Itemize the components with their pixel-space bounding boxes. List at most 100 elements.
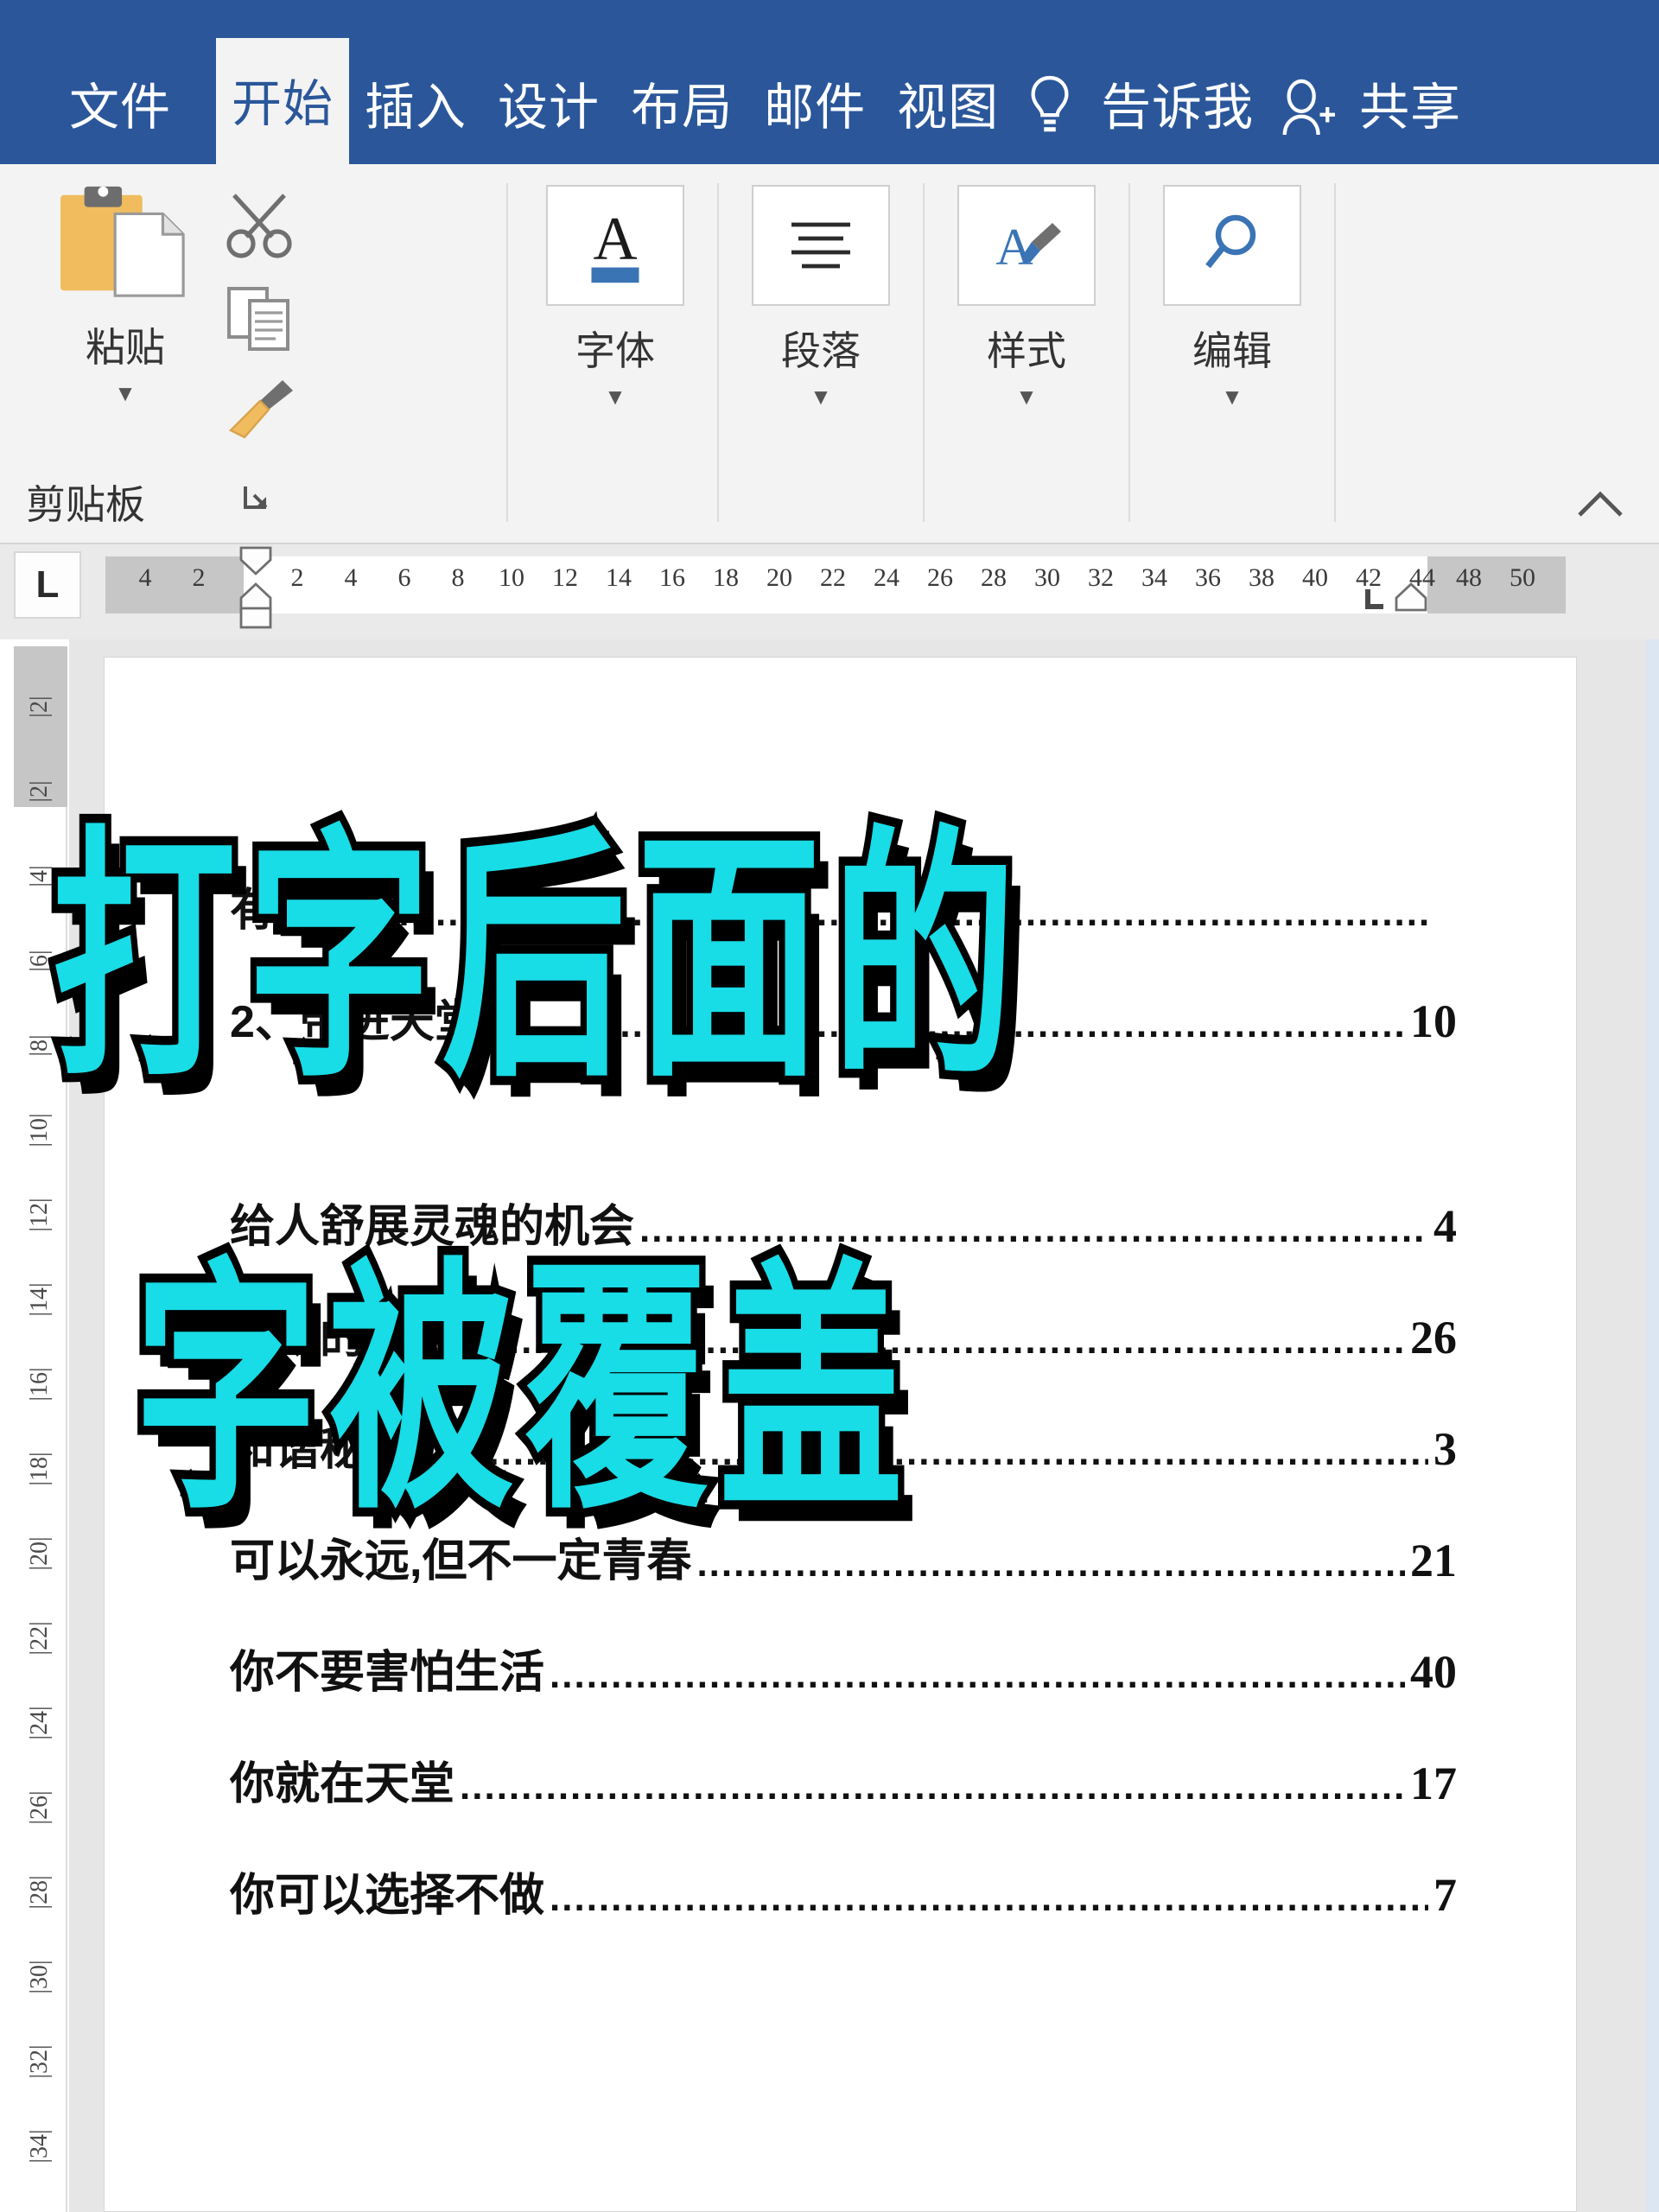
ruler-tick-18: 18 bbox=[713, 563, 739, 592]
ruler-tick-8: 8 bbox=[451, 563, 465, 592]
font-button[interactable]: A 字体 ▼ bbox=[533, 185, 697, 410]
ruler-tick-4: 4 bbox=[344, 563, 358, 592]
editing-button[interactable]: 编辑 ▼ bbox=[1150, 185, 1314, 410]
tab-design[interactable]: 设计 bbox=[482, 83, 615, 164]
toc-leader-dots: ........................................… bbox=[325, 892, 1432, 934]
paste-button[interactable]: 粘贴 ▼ bbox=[35, 180, 216, 407]
copy-button[interactable] bbox=[220, 276, 303, 359]
toc-entry[interactable]: 有趣......................................… bbox=[230, 874, 1457, 938]
styles-caret[interactable]: ▼ bbox=[944, 384, 1109, 410]
ruler-tick-24: 24 bbox=[874, 563, 899, 592]
clipboard-paste-icon bbox=[35, 180, 216, 311]
toc-entry-page: 10 bbox=[1410, 995, 1457, 1047]
vertical-ruler-ticks: |2| |2| |4| |6| |8| |10| |12| |14| |16| |18| |20| |… bbox=[14, 646, 66, 2212]
format-painter-button[interactable] bbox=[220, 370, 303, 453]
vruler-tick-11: |22| bbox=[26, 1621, 53, 1656]
document-canvas: 有趣......................................… bbox=[69, 639, 1649, 2212]
font-caret[interactable]: ▼ bbox=[533, 384, 697, 410]
editing-caret[interactable]: ▼ bbox=[1150, 384, 1314, 410]
lightbulb-icon[interactable] bbox=[1014, 74, 1085, 164]
cut-button[interactable] bbox=[220, 185, 303, 268]
toc-entry[interactable]: 你不要害怕生活.................................… bbox=[230, 1636, 1457, 1700]
svg-text:A: A bbox=[995, 219, 1033, 276]
tell-me-label[interactable]: 告诉我 bbox=[1085, 83, 1269, 164]
ruler-tick-36: 36 bbox=[1195, 563, 1221, 592]
toc-entry-page: 4 bbox=[1433, 1200, 1457, 1252]
ruler-tick-30: 30 bbox=[1034, 563, 1060, 592]
ruler-tick-40: 40 bbox=[1302, 563, 1328, 592]
magnifier-icon bbox=[1163, 185, 1301, 306]
toc-leader-dots: ........................................… bbox=[415, 1431, 1428, 1473]
tab-stop-selector[interactable]: L bbox=[14, 551, 81, 619]
toc-entry-title: 你就在天堂 bbox=[230, 1759, 455, 1809]
ribbon-group-paragraph: 段落 ▼ bbox=[717, 164, 925, 543]
toc-entry[interactable]: 你就在天堂...................................… bbox=[230, 1747, 1457, 1812]
toc-entry-title: 有趣 bbox=[230, 886, 321, 936]
ruler-tick-34: 34 bbox=[1141, 563, 1167, 592]
tab-layout[interactable]: 布局 bbox=[615, 83, 748, 164]
ruler-tick-22: 22 bbox=[820, 563, 846, 592]
right-indent-marker[interactable] bbox=[1395, 582, 1427, 616]
ruler-tick-margin-2: 2 bbox=[192, 563, 206, 592]
ruler-tick-16: 16 bbox=[659, 563, 685, 592]
toc-leader-dots: ........................................… bbox=[639, 1208, 1428, 1250]
toc-entry-title: 规则的智慧 bbox=[230, 1313, 455, 1363]
paragraph-caret[interactable]: ▼ bbox=[739, 384, 903, 410]
ruler-tick-2: 2 bbox=[290, 563, 304, 592]
tab-view[interactable]: 视图 bbox=[881, 83, 1014, 164]
group-separator bbox=[1334, 183, 1336, 522]
paste-caret[interactable]: ▼ bbox=[35, 380, 216, 407]
toc-entry[interactable]: 你可以选择不做.................................… bbox=[230, 1859, 1457, 1923]
ruler-tick-38: 38 bbox=[1249, 563, 1274, 592]
vruler-tick-14: |28| bbox=[26, 1875, 53, 1910]
chevron-up-icon[interactable] bbox=[1574, 486, 1626, 524]
table-of-contents: 有趣......................................… bbox=[230, 874, 1457, 1970]
vruler-tick-2: |4| bbox=[26, 865, 53, 887]
tab-insert[interactable]: 插入 bbox=[349, 83, 482, 164]
person-add-icon[interactable] bbox=[1269, 78, 1344, 164]
vruler-tick-4: |8| bbox=[26, 1034, 53, 1057]
vertical-scrollbar[interactable] bbox=[1647, 639, 1659, 2212]
paragraph-label: 段落 bbox=[781, 328, 861, 373]
vruler-tick-10: |20| bbox=[26, 1536, 53, 1571]
paste-label: 粘贴 bbox=[86, 325, 165, 370]
toc-entry[interactable]: 可以永远,但不一定青春.............................… bbox=[230, 1524, 1457, 1589]
clipboard-group-label: 剪贴板 bbox=[26, 482, 145, 527]
tab-stop-mark[interactable] bbox=[1363, 588, 1385, 616]
document-page[interactable]: 有趣......................................… bbox=[104, 657, 1577, 2212]
tab-home[interactable]: 开始 bbox=[216, 38, 350, 164]
paragraph-button[interactable]: 段落 ▼ bbox=[739, 185, 903, 410]
tab-file[interactable]: 文件 bbox=[54, 83, 187, 164]
vruler-tick-13: |26| bbox=[26, 1790, 53, 1825]
first-line-indent-marker[interactable] bbox=[239, 546, 272, 580]
vruler-tick-12: |24| bbox=[26, 1706, 53, 1740]
ribbon-group-font: A 字体 ▼ bbox=[512, 164, 719, 543]
toc-entry-title: 可以永远,但不一定青春 bbox=[230, 1536, 692, 1586]
svg-text:A: A bbox=[593, 206, 637, 273]
dialog-launcher-icon[interactable] bbox=[240, 481, 275, 524]
share-label[interactable]: 共享 bbox=[1344, 83, 1477, 164]
ruler-tick-28: 28 bbox=[981, 563, 1007, 592]
editing-label: 编辑 bbox=[1192, 328, 1272, 373]
toc-entry-title: 你不要害怕生活 bbox=[230, 1648, 545, 1698]
toc-entry[interactable]: 2、带进天堂..................................… bbox=[230, 985, 1457, 1050]
styles-button[interactable]: A 样式 ▼ bbox=[944, 185, 1109, 410]
toc-leader-dots: ........................................… bbox=[460, 1319, 1405, 1362]
vertical-ruler[interactable]: |2| |2| |4| |6| |8| |10| |12| |14| |16| |18| |20| |… bbox=[14, 646, 67, 2212]
horizontal-ruler[interactable]: 4 2 2 4 6 8 10 12 14 16 18 20 22 24 26 28 30 32 34 36 38 40 42… bbox=[105, 546, 1566, 629]
copy-icon bbox=[227, 287, 289, 351]
vruler-tick-7: |14| bbox=[26, 1282, 53, 1317]
toc-leader-dots: ........................................… bbox=[550, 1877, 1428, 1919]
vruler-tick-1: |2| bbox=[26, 780, 53, 803]
tab-mailings[interactable]: 邮件 bbox=[748, 83, 881, 164]
toc-entry[interactable]: 和谐秘诀....................................… bbox=[230, 1413, 1457, 1478]
vruler-tick-15: |30| bbox=[26, 1960, 53, 1994]
vruler-tick-0: |2| bbox=[26, 696, 53, 718]
toc-entry-page: 17 bbox=[1410, 1758, 1457, 1809]
ribbon-group-editing: 编辑 ▼ bbox=[1128, 164, 1336, 543]
toc-entry[interactable]: 规则的智慧...................................… bbox=[230, 1301, 1457, 1366]
toc-entry[interactable]: 给人舒展灵魂的机会...............................… bbox=[230, 1190, 1457, 1255]
left-indent-marker[interactable] bbox=[239, 607, 272, 633]
toc-leader-dots: ........................................… bbox=[550, 1654, 1405, 1696]
toc-leader-dots: ........................................… bbox=[460, 1765, 1405, 1808]
